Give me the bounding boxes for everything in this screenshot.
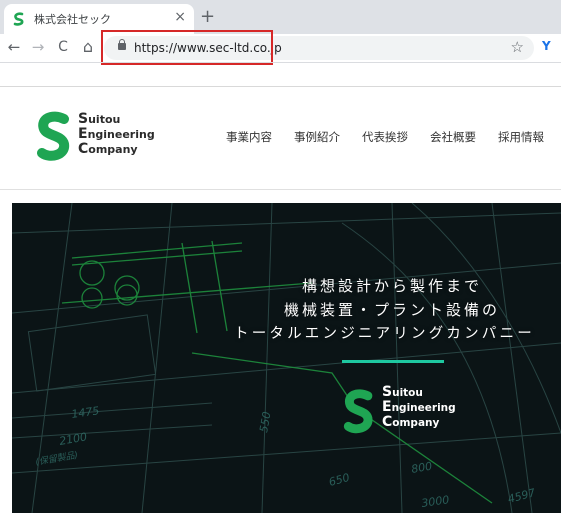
hero-divider-line [342, 360, 444, 363]
blueprint-background: 1475 2100 (保留製品) 550 650 800 3000 4597 [12, 203, 561, 513]
browser-toolbar: ← → C ⌂ https://www.sec-ltd.co.jp ☆ Y [0, 34, 561, 62]
nav-greeting[interactable]: 代表挨拶 [362, 129, 408, 145]
hero-banner: 1475 2100 (保留製品) 550 650 800 3000 4597 構… [12, 203, 561, 513]
hero-logo-mark-icon [343, 389, 373, 434]
svg-text:(保留製品): (保留製品) [35, 450, 79, 468]
svg-text:3000: 3000 [421, 493, 451, 510]
svg-text:2100: 2100 [58, 430, 88, 448]
site-header: Suitou Engineering Company 事業内容 事例紹介 代表挨… [0, 86, 561, 190]
browser-tab-bar: 株式会社セック × + [0, 0, 561, 34]
svg-text:650: 650 [327, 471, 351, 489]
close-tab-icon[interactable]: × [174, 9, 186, 25]
hero-logo-wordmark: Suitou Engineering Company [382, 384, 456, 430]
company-logo[interactable]: Suitou Engineering Company [34, 109, 155, 169]
hero-tagline-line2: 機械装置・プラント設備の [284, 301, 501, 319]
svg-text:550: 550 [257, 411, 273, 434]
home-icon[interactable]: ⌂ [78, 37, 98, 57]
forward-arrow-icon[interactable]: → [28, 37, 48, 57]
nav-recruit[interactable]: 採用情報 [498, 129, 544, 145]
nav-cases[interactable]: 事例紹介 [294, 129, 340, 145]
toolbar-divider [0, 62, 561, 63]
bookmark-star-icon[interactable]: ☆ [511, 38, 524, 56]
tab-title: 株式会社セック [34, 13, 111, 26]
extension-icon[interactable]: Y [542, 39, 551, 53]
company-logo-wordmark: Suitou Engineering Company [78, 111, 155, 157]
hero-company-logo: Suitou Engineering Company [340, 385, 470, 441]
back-arrow-icon[interactable]: ← [4, 37, 24, 57]
nav-company[interactable]: 会社概要 [430, 129, 476, 145]
svg-text:800: 800 [410, 460, 433, 476]
svg-text:4597: 4597 [506, 486, 536, 506]
hero-tagline-line1: 構想設計から製作まで [302, 277, 483, 295]
main-nav: 事業内容 事例紹介 代表挨拶 会社概要 採用情報 [226, 129, 544, 145]
url-highlight-box [101, 30, 273, 65]
company-logo-mark-icon [37, 111, 70, 161]
new-tab-button[interactable]: + [200, 6, 215, 27]
nav-business[interactable]: 事業内容 [226, 129, 272, 145]
site-favicon-icon [13, 12, 24, 26]
hero-tagline-line3: トータルエンジニアリングカンパニー [234, 326, 535, 342]
reload-icon[interactable]: C [53, 37, 73, 57]
svg-text:1475: 1475 [71, 404, 101, 421]
